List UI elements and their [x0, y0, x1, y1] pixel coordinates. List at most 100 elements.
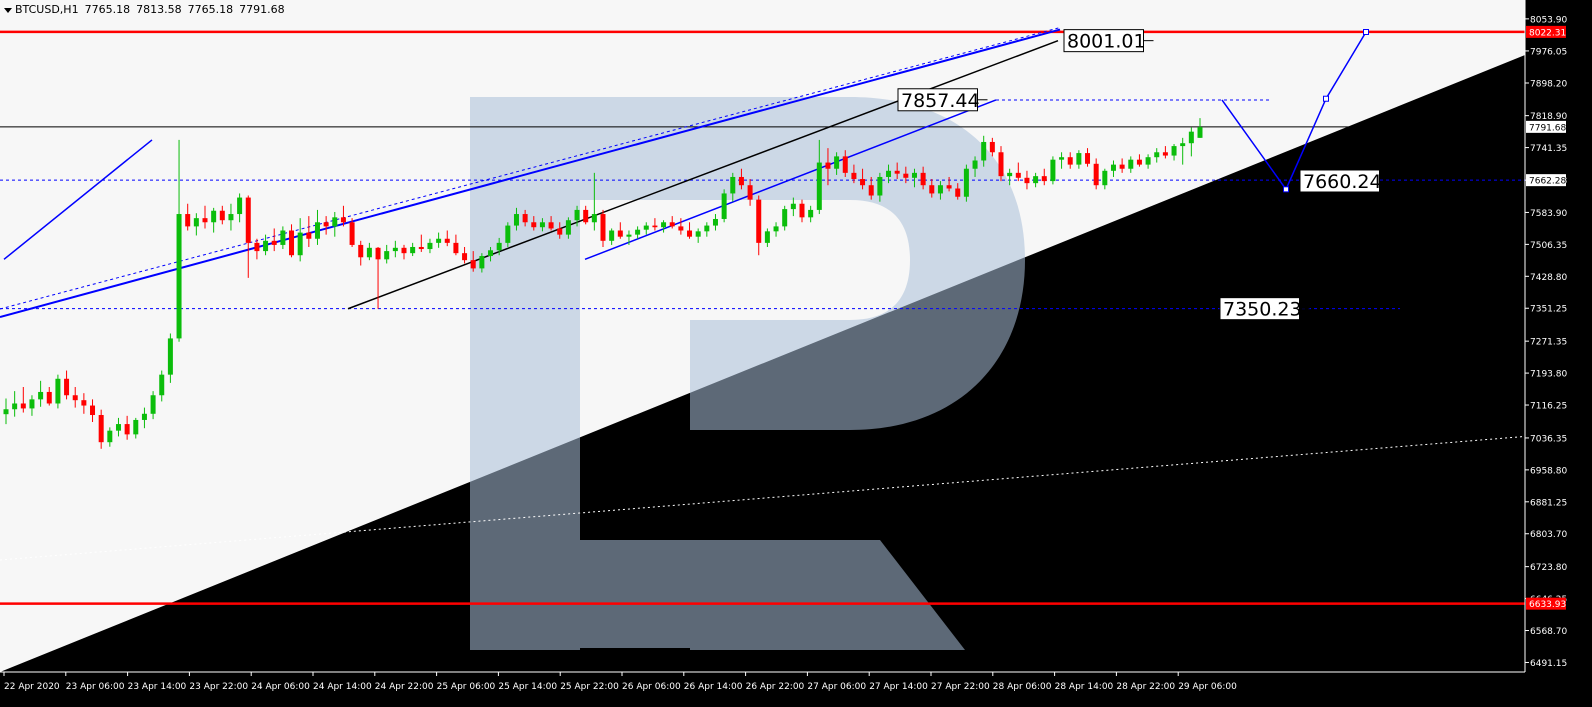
candle-body [1093, 163, 1099, 186]
candle-body [358, 244, 364, 258]
candle-body [920, 172, 926, 186]
y-tick-label: 7271.35 [1530, 338, 1567, 348]
candle-body [150, 395, 156, 414]
candle-body [868, 185, 874, 196]
candle-body [816, 162, 822, 210]
candle-body [643, 225, 649, 230]
candle-body [505, 225, 511, 243]
y-tick-label: 7506.35 [1530, 241, 1567, 251]
candle-body [349, 222, 355, 245]
candle-body [687, 230, 693, 237]
candle-body [799, 203, 805, 218]
candle-body [1171, 146, 1177, 156]
candle-body [1110, 164, 1116, 171]
dropdown-triangle-icon[interactable] [4, 7, 12, 13]
candle-body [635, 229, 641, 235]
candle-body [652, 225, 658, 228]
candle-body [1162, 152, 1168, 156]
candle-body [237, 197, 243, 215]
y-tick-label: 6491.15 [1530, 659, 1567, 669]
candle-body [124, 424, 130, 435]
candle-body [1041, 176, 1047, 182]
candle-body [1015, 172, 1021, 178]
candle-body [332, 217, 338, 227]
y-tick-label: 7818.90 [1530, 112, 1567, 122]
y-tick-label: 6723.80 [1530, 563, 1567, 573]
y-tick-label: 7583.90 [1530, 209, 1567, 219]
x-tick-label: 27 Apr 22:00 [931, 682, 990, 692]
candle-body [219, 210, 225, 221]
candle-body [314, 222, 320, 239]
candle-body [479, 256, 485, 269]
candle-body [565, 220, 571, 235]
candle-body [211, 210, 217, 223]
candle-body [981, 141, 987, 161]
y-tick-label: 7116.25 [1530, 402, 1567, 412]
y-tick-label: 7898.20 [1530, 79, 1567, 89]
y-tick-label: 7036.35 [1530, 434, 1567, 444]
candle-body [392, 247, 398, 252]
candle-body [955, 188, 961, 197]
candle-body [245, 197, 251, 243]
candle-body [46, 391, 52, 404]
price-badge-label: 6633.93 [1529, 600, 1566, 610]
y-tick-label: 7976.05 [1530, 47, 1567, 57]
candle-body [886, 170, 892, 177]
x-tick-label: 25 Apr 14:00 [498, 682, 557, 692]
x-tick-label: 29 Apr 06:00 [1178, 682, 1237, 692]
candle-body [410, 246, 416, 254]
candle-body [496, 242, 502, 251]
candle-body [989, 141, 995, 153]
candle-body [1050, 159, 1056, 182]
candle-body [401, 247, 407, 254]
candle-body [929, 185, 935, 194]
low-value: 7765.18 [187, 3, 234, 16]
candle-body [617, 230, 623, 237]
candle-body [937, 185, 943, 194]
forecast-node [1283, 186, 1289, 193]
candle-body [911, 172, 917, 178]
candle-body [375, 247, 381, 260]
candle-body [12, 403, 18, 410]
candle-body [98, 415, 104, 443]
candle-body [678, 226, 684, 231]
candle-body [55, 378, 61, 404]
candle-body [20, 403, 26, 409]
candle-body [773, 226, 779, 232]
x-tick-label: 27 Apr 06:00 [807, 682, 866, 692]
candle-body [808, 209, 814, 218]
candle-body [133, 419, 139, 435]
candle-body [297, 232, 303, 256]
candle-body [1007, 172, 1013, 177]
chart-header: BTCUSD,H1 7765.18 7813.58 7765.18 7791.68 [4, 3, 291, 16]
candle-body [38, 391, 44, 400]
candle-body [193, 218, 199, 227]
candle-body [756, 199, 762, 243]
candle-body [263, 240, 269, 252]
candle-body [1197, 127, 1203, 138]
candle-body [289, 230, 295, 256]
candle-body [384, 251, 390, 260]
candle-body [254, 242, 260, 252]
x-tick-label: 24 Apr 06:00 [251, 682, 310, 692]
candle-body [972, 160, 978, 169]
y-tick-label: 7428.80 [1530, 273, 1567, 283]
candle-body [462, 253, 468, 261]
candle-body [323, 222, 329, 227]
candle-body [185, 214, 191, 227]
candle-body [453, 242, 459, 254]
candle-body [436, 238, 442, 243]
candle-body [548, 222, 554, 229]
candle-body [721, 193, 727, 219]
x-tick-label: 24 Apr 22:00 [375, 682, 434, 692]
candle-body [860, 179, 866, 186]
symbol-label: BTCUSD,H1 [15, 3, 79, 16]
candle-body [3, 409, 9, 415]
price-chart[interactable]: 8001.01 7857.44 7660.24 7350.23 8053.90 7976… [0, 0, 1592, 707]
candle-body [609, 230, 615, 241]
candle-body [903, 173, 909, 178]
candle-body [712, 218, 718, 226]
candle-body [470, 260, 476, 269]
candle-body [1076, 153, 1082, 165]
price-badge-label: 7662.28 [1529, 177, 1566, 187]
